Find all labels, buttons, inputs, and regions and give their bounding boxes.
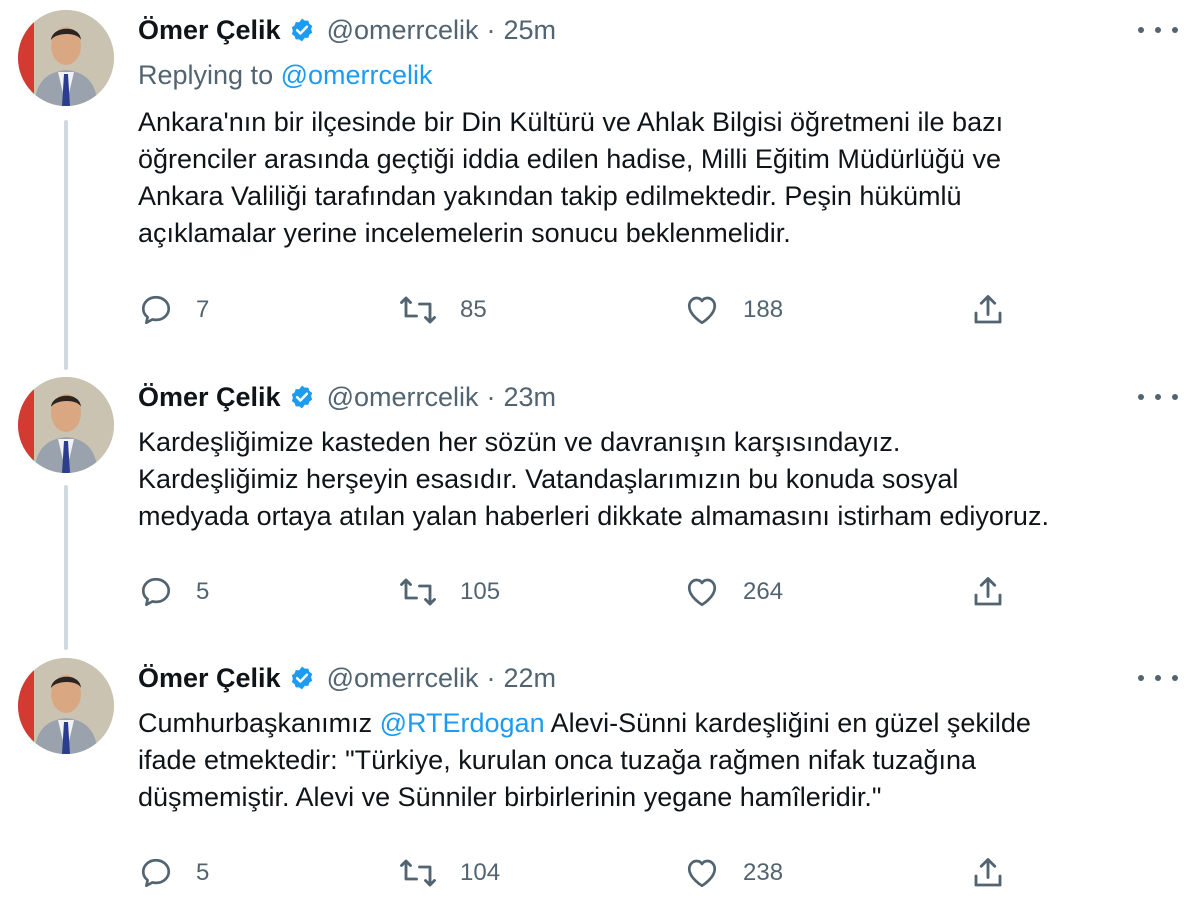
tweet-header: Ömer Çelik @omerrcelik · 25m [138,10,556,50]
more-icon[interactable] [1138,664,1178,692]
avatar[interactable] [18,658,114,754]
like-count: 238 [743,859,784,886]
tweet-text-line: Cumhurbaşkanımız @RTErdogan Alevi-Sünni … [138,705,1183,742]
tweet-header: Ömer Çelik @omerrcelik · 23m [138,377,556,417]
tweet-text-line: Ankara'nın bir ilçesinde bir Din Kültürü… [138,107,1004,137]
tweet-time[interactable]: 22m [504,663,557,694]
tweet[interactable]: Ömer Çelik @omerrcelik · 23m Kardeşliğim… [0,377,1200,632]
reply-button[interactable]: 5 [138,572,209,612]
share-button[interactable] [970,853,1006,893]
like-icon [683,855,721,891]
replying-to-mention[interactable]: @omerrcelik [281,60,433,90]
share-button[interactable] [970,572,1006,612]
tweet-text-line: Ankara Valiliği tarafından yakından taki… [138,181,962,211]
retweet-count: 104 [460,859,501,886]
tweet-actions: 7 85 188 [138,290,1038,330]
more-icon[interactable] [1138,383,1178,411]
tweet-text-line: açıklamalar yerine incelemelerin sonucu … [138,218,791,248]
share-button[interactable] [970,290,1006,330]
avatar[interactable] [18,10,114,106]
like-icon [683,292,721,328]
like-button[interactable]: 264 [683,572,783,612]
tweet-time[interactable]: 25m [504,15,557,46]
tweet-text: Kardeşliğimize kasteden her sözün ve dav… [138,424,1183,535]
tweet-actions: 5 105 264 [138,572,1038,612]
tweet-text-line: Kardeşliğimiz herşeyin esasıdır. Vatanda… [138,464,959,494]
reply-icon [138,855,174,891]
avatar[interactable] [18,377,114,473]
tweet-text: Cumhurbaşkanımız @RTErdogan Alevi-Sünni … [138,705,1183,816]
like-count: 188 [743,296,784,323]
like-icon [683,574,721,610]
separator-dot: · [486,381,496,412]
share-icon [970,574,1006,610]
tweet[interactable]: Ömer Çelik @omerrcelik · 25m Replying to… [0,10,1200,350]
tweet[interactable]: Ömer Çelik @omerrcelik · 22m Cumhurbaşka… [0,658,1200,898]
mention-link[interactable]: @RTErdogan [380,708,545,738]
like-count: 264 [743,578,784,605]
reply-button[interactable]: 7 [138,290,209,330]
replying-to-label: Replying to [138,60,274,90]
tweet-text-segment: Cumhurbaşkanımız [138,708,380,738]
author-name[interactable]: Ömer Çelik [138,15,281,46]
more-icon[interactable] [1138,16,1178,44]
like-button[interactable]: 188 [683,290,783,330]
reply-icon [138,574,174,610]
separator-dot: · [486,14,496,45]
author-handle[interactable]: @omerrcelik [327,663,479,694]
retweet-button[interactable]: 104 [398,853,500,893]
like-button[interactable]: 238 [683,853,783,893]
verified-badge-icon [289,384,315,410]
tweet-text-line: medyada ortaya atılan yalan haberleri di… [138,501,1049,531]
separator-dot: · [486,662,496,693]
tweet-text-segment: Alevi-Sünni kardeşliğini en güzel şekild… [544,708,1031,738]
share-icon [970,292,1006,328]
retweet-button[interactable]: 105 [398,572,500,612]
tweet-text-line: ifade etmektedir: "Türkiye, kurulan onca… [138,745,977,775]
retweet-button[interactable]: 85 [398,290,487,330]
verified-badge-icon [289,665,315,691]
tweet-time[interactable]: 23m [504,382,557,413]
author-name[interactable]: Ömer Çelik [138,382,281,413]
author-handle[interactable]: @omerrcelik [327,15,479,46]
tweet-text-line: öğrenciler arasında geçtiği iddia edilen… [138,144,1001,174]
author-handle[interactable]: @omerrcelik [327,382,479,413]
reply-icon [138,292,174,328]
verified-badge-icon [289,17,315,43]
reply-count: 7 [196,296,210,323]
reply-count: 5 [196,859,210,886]
retweet-icon [398,574,438,610]
share-icon [970,855,1006,891]
tweet-text-line: Kardeşliğimize kasteden her sözün ve dav… [138,427,901,457]
tweet-text-line: düşmemiştir. Alevi ve Sünniler birbirler… [138,782,882,812]
tweet-actions: 5 104 238 [138,853,1038,893]
reply-button[interactable]: 5 [138,853,209,893]
retweet-count: 85 [460,296,487,323]
author-name[interactable]: Ömer Çelik [138,663,281,694]
reply-count: 5 [196,578,210,605]
tweet-header: Ömer Çelik @omerrcelik · 22m [138,658,556,698]
replying-to: Replying to @omerrcelik [138,60,433,91]
retweet-icon [398,292,438,328]
retweet-count: 105 [460,578,501,605]
retweet-icon [398,855,438,891]
tweet-text: Ankara'nın bir ilçesinde bir Din Kültürü… [138,104,1183,252]
